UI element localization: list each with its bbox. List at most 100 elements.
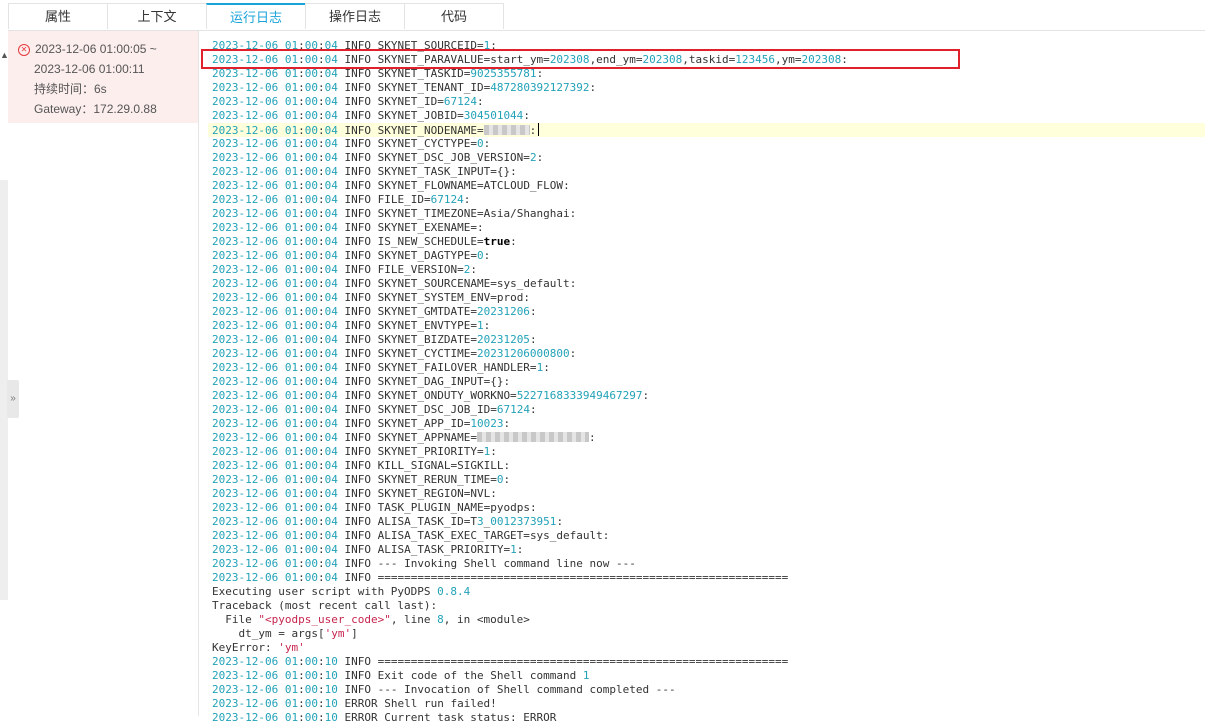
log-value: sys_default (496, 277, 570, 290)
log-value: 67124 (443, 95, 477, 108)
log-raw-text: ] (351, 627, 358, 640)
expand-panel-button[interactable]: » (7, 380, 19, 418)
log-level: INFO (337, 459, 378, 472)
log-level: INFO (337, 557, 378, 570)
log-timestamp: 2023-12-06 01:00:04 (212, 515, 338, 528)
panel-divider (198, 31, 199, 716)
log-output: 2023-12-06 01:00:04 INFO SKYNET_SOURCEID… (208, 39, 1205, 725)
tab-properties[interactable]: 属性 (8, 3, 108, 29)
highlight-annotation-box (201, 49, 960, 69)
log-timestamp: 2023-12-06 01:00:10 (212, 655, 338, 668)
redacted-value (476, 432, 589, 442)
log-key: SKYNET_TIMEZONE= (377, 207, 484, 220)
log-value: sys_default (529, 529, 603, 542)
log-line: 2023-12-06 01:00:04 INFO KILL_SIGNAL=SIG… (212, 459, 511, 472)
log-raw-text: KeyError: (212, 641, 279, 654)
log-message: ========================================… (377, 655, 789, 668)
log-key: SKYNET_CYCTYPE= (377, 137, 477, 150)
error-circle-icon: ✕ (18, 44, 30, 56)
log-level: INFO (337, 403, 378, 416)
log-key: SKYNET_PRIORITY= (377, 445, 484, 458)
log-line: 2023-12-06 01:00:04 INFO SKYNET_ID=67124… (212, 95, 484, 108)
log-line: 2023-12-06 01:00:04 INFO FILE_VERSION=2: (212, 263, 477, 276)
log-level: INFO (337, 249, 378, 262)
log-level: INFO (337, 95, 378, 108)
log-key: SKYNET_JOBID= (377, 109, 464, 122)
log-timestamp: 2023-12-06 01:00:04 (212, 179, 338, 192)
log-value: {} (496, 165, 511, 178)
run-start-time: 2023-12-06 01:00:05 ~ (35, 42, 157, 56)
double-chevron-right-icon: » (10, 393, 16, 404)
log-timestamp: 2023-12-06 01:00:04 (212, 487, 338, 500)
log-level: INFO (337, 361, 378, 374)
log-timestamp: 2023-12-06 01:00:10 (212, 669, 338, 682)
log-level: INFO (337, 529, 378, 542)
log-line: 2023-12-06 01:00:04 INFO SKYNET_TIMEZONE… (212, 207, 577, 220)
run-duration: 持续时间：6s (18, 79, 198, 99)
log-timestamp: 2023-12-06 01:00:04 (212, 557, 338, 570)
log-line: 2023-12-06 01:00:04 INFO SKYNET_TASKID=9… (212, 67, 544, 80)
run-instance-item[interactable]: ✕ 2023-12-06 01:00:05 ~ 2023-12-06 01:00:… (8, 31, 198, 123)
log-timestamp: 2023-12-06 01:00:04 (212, 473, 338, 486)
log-line: 2023-12-06 01:00:04 INFO SKYNET_DSC_JOB_… (212, 151, 544, 164)
tab-context[interactable]: 上下文 (107, 3, 207, 29)
log-value: prod (496, 291, 524, 304)
log-timestamp: 2023-12-06 01:00:04 (212, 263, 338, 276)
tab-run-log[interactable]: 运行日志 (206, 3, 306, 29)
log-raw-text: , in <module> (443, 613, 530, 626)
log-key: SKYNET_SOURCENAME= (377, 277, 497, 290)
log-timestamp: 2023-12-06 01:00:04 (212, 277, 338, 290)
log-key: SKYNET_DAG_INPUT= (377, 375, 491, 388)
log-key: ALISA_TASK_EXEC_TARGET= (377, 529, 530, 542)
log-timestamp: 2023-12-06 01:00:04 (212, 403, 338, 416)
log-raw-text: File (212, 613, 259, 626)
log-key: SKYNET_APP_ID= (377, 417, 471, 430)
run-end-time: 2023-12-06 01:00:11 (34, 62, 145, 76)
log-key: SKYNET_SYSTEM_ENV= (377, 291, 497, 304)
log-line: 2023-12-06 01:00:04 INFO SKYNET_SOURCENA… (212, 277, 577, 290)
log-key: SKYNET_RERUN_TIME= (377, 473, 497, 486)
log-value: 0 (476, 137, 484, 150)
log-line: 2023-12-06 01:00:04 INFO SKYNET_TASK_INP… (212, 165, 517, 178)
log-key: SKYNET_BIZDATE= (377, 333, 477, 346)
log-line: 2023-12-06 01:00:10 ERROR Current task s… (212, 711, 1205, 725)
log-message: --- Invoking Shell command line now --- (377, 557, 636, 570)
log-line: 2023-12-06 01:00:10 INFO Exit code of th… (212, 669, 1205, 683)
log-raw-text: Traceback (most recent call last): (212, 599, 438, 612)
log-line: 2023-12-06 01:00:10 ERROR Shell run fail… (212, 697, 1205, 711)
log-key: TASK_PLUGIN_NAME= (377, 501, 491, 514)
run-gateway: Gateway：172.29.0.88 (18, 99, 198, 119)
log-raw-text: Executing user script with PyODPS (212, 585, 438, 598)
log-level: INFO (337, 165, 378, 178)
tab-bar: 属性 上下文 运行日志 操作日志 代码 (8, 3, 1205, 31)
log-key: SKYNET_ENVTYPE= (377, 319, 477, 332)
log-value: SIGKILL (457, 459, 504, 472)
log-timestamp: 2023-12-06 01:00:04 (212, 165, 338, 178)
log-key: ALISA_TASK_PRIORITY= (377, 543, 511, 556)
log-key: SKYNET_DSC_JOB_VERSION= (377, 151, 530, 164)
log-timestamp: 2023-12-06 01:00:04 (212, 543, 338, 556)
log-timestamp: 2023-12-06 01:00:04 (212, 151, 338, 164)
log-line: 2023-12-06 01:00:04 INFO FILE_ID=67124: (212, 193, 471, 206)
log-timestamp: 2023-12-06 01:00:04 (212, 347, 338, 360)
log-level: INFO (337, 571, 378, 584)
log-key: SKYNET_FLOWNAME= (377, 179, 484, 192)
log-line: 2023-12-06 01:00:04 INFO SKYNET_REGION=N… (212, 487, 497, 500)
log-timestamp: 2023-12-06 01:00:04 (212, 571, 338, 584)
tab-code[interactable]: 代码 (404, 3, 504, 29)
log-line: 2023-12-06 01:00:04 INFO SKYNET_SYSTEM_E… (212, 291, 530, 304)
log-level: INFO (337, 445, 378, 458)
tab-operation-log[interactable]: 操作日志 (305, 3, 405, 29)
log-value: 487280392127392 (490, 81, 590, 94)
log-key: SKYNET_FAILOVER_HANDLER= (377, 361, 537, 374)
log-message: ========================================… (377, 571, 789, 584)
log-value: true (483, 235, 511, 248)
log-key: KILL_SIGNAL= (377, 459, 458, 472)
log-value: 67124 (430, 193, 464, 206)
log-line: File "<pyodps_user_code>", line 8, in <m… (212, 613, 1205, 627)
log-line: 2023-12-06 01:00:04 INFO SKYNET_APPNAME=… (212, 431, 596, 444)
log-key: SKYNET_ONDUTY_WORKNO= (377, 389, 517, 402)
log-line: 2023-12-06 01:00:04 INFO --- Invoking Sh… (212, 557, 1205, 571)
log-timestamp: 2023-12-06 01:00:04 (212, 291, 338, 304)
log-value: 10023 (470, 417, 504, 430)
